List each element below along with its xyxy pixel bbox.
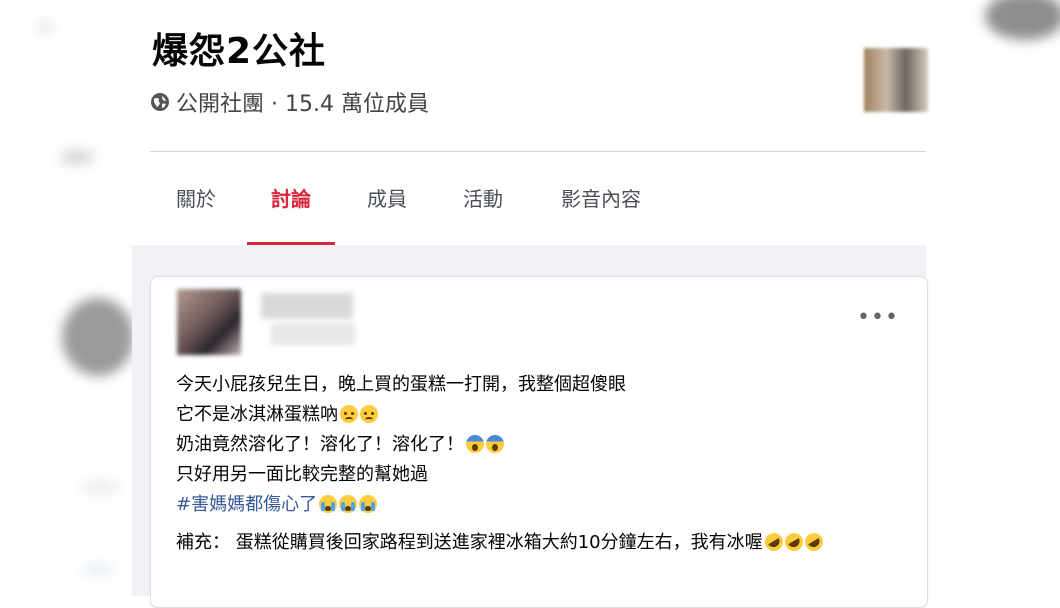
emoji-crying: [339, 495, 358, 513]
post-meta-redacted: [271, 323, 355, 345]
hashtag-link[interactable]: #害媽媽都傷心了: [176, 494, 317, 515]
blurred-background-fragment: [80, 480, 120, 494]
post-line: 只好用另一面比較完整的幫她過: [176, 464, 428, 485]
post-card: ••• 今天小屁孩兒生日，晚上買的蛋糕一打開，我整個超傻眼 它不是冰淇淋蛋糕吶 …: [150, 276, 928, 608]
post-line: 它不是冰淇淋蛋糕吶: [176, 400, 896, 430]
post-note: 補充： 蛋糕從購買後回家路程到送進家裡冰箱大約10分鐘左右，我有冰喔: [176, 528, 896, 558]
post-line: 奶油竟然溶化了！溶化了！溶化了！: [176, 430, 896, 460]
emoji-sad: [360, 405, 378, 423]
author-avatar[interactable]: [177, 289, 241, 355]
emoji-rofl: [761, 529, 786, 555]
post-line: 今天小屁孩兒生日，晚上買的蛋糕一打開，我整個超傻眼: [176, 374, 626, 395]
emoji-rofl: [801, 529, 826, 555]
blurred-background-fragment: [35, 22, 55, 32]
group-title[interactable]: 爆怨2公社: [152, 22, 326, 74]
header-divider: [150, 151, 926, 152]
globe-icon: [150, 92, 170, 112]
emoji-rofl: [781, 529, 806, 555]
tab-members[interactable]: 成員: [367, 160, 407, 242]
tab-events[interactable]: 活動: [463, 160, 503, 242]
tab-about[interactable]: 關於: [176, 160, 216, 242]
group-meta-text: 公開社團 · 15.4 萬位成員: [176, 92, 429, 117]
emoji-crying: [319, 495, 338, 513]
post-body: 今天小屁孩兒生日，晚上買的蛋糕一打開，我整個超傻眼 它不是冰淇淋蛋糕吶 奶油竟然…: [176, 370, 896, 558]
emoji-sad: [340, 405, 358, 423]
group-tabs: 關於 討論 成員 活動 影音內容: [152, 160, 926, 245]
emoji-crying: [359, 495, 378, 513]
blurred-background-fragment: [60, 150, 94, 164]
emoji-scream: [466, 435, 484, 453]
blurred-background-fragment: [80, 565, 116, 575]
author-name-redacted[interactable]: [261, 293, 353, 319]
emoji-scream: [486, 435, 504, 453]
tab-media[interactable]: 影音內容: [561, 160, 641, 242]
tab-discussion[interactable]: 討論: [247, 160, 335, 245]
more-options-icon[interactable]: •••: [857, 307, 898, 335]
post-line: #害媽媽都傷心了: [176, 490, 896, 520]
group-cover-thumbnail[interactable]: [864, 48, 928, 112]
blurred-background-image: [985, 0, 1060, 40]
group-meta: 公開社團 · 15.4 萬位成員: [150, 86, 429, 118]
blurred-background-avatar: [62, 298, 134, 376]
